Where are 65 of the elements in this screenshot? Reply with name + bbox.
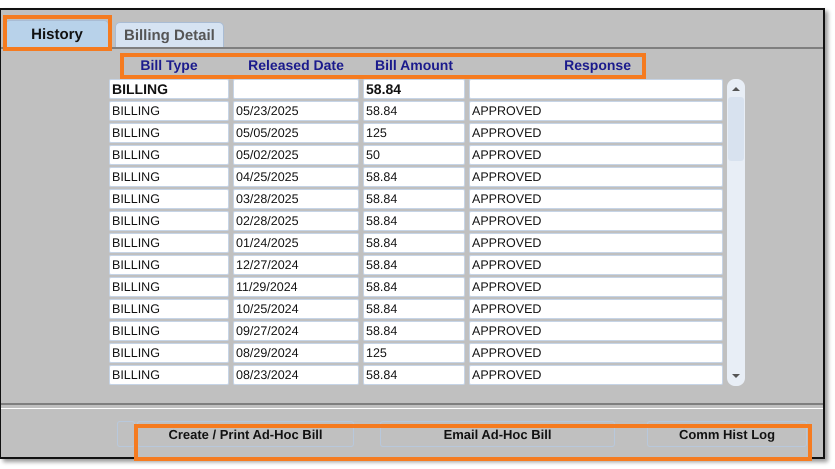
table-cell: 58.84 — [363, 233, 465, 253]
column-header: Released Date — [247, 57, 345, 75]
column-header: Bill Type — [139, 57, 199, 75]
table-cell: 58.84 — [363, 79, 465, 99]
tab[interactable]: History — [5, 20, 109, 47]
table-cell: BILLING — [109, 145, 229, 165]
table-cell: 58.84 — [363, 189, 465, 209]
table-cell: BILLING — [109, 123, 229, 143]
table-cell: BILLING — [109, 343, 229, 363]
table-cell: APPROVED — [469, 233, 723, 253]
table-cell: 05/02/2025 — [233, 145, 359, 165]
table-cell: BILLING — [109, 189, 229, 209]
table-cell: 05/05/2025 — [233, 123, 359, 143]
table-cell: APPROVED — [469, 255, 723, 275]
table-cell: 58.84 — [363, 255, 465, 275]
table-cell: APPROVED — [469, 145, 723, 165]
table-cell: 05/23/2025 — [233, 101, 359, 121]
scroll-thumb[interactable] — [728, 97, 744, 161]
scroll-down-icon[interactable] — [731, 372, 741, 380]
table-cell: 10/25/2024 — [233, 299, 359, 319]
table-cell: 02/28/2025 — [233, 211, 359, 231]
table-cell: 11/29/2024 — [233, 277, 359, 297]
table-cell: BILLING — [109, 233, 229, 253]
table-cell: BILLING — [109, 211, 229, 231]
table-cell: BILLING — [109, 167, 229, 187]
table-cell: BILLING — [109, 255, 229, 275]
table-cell: APPROVED — [469, 167, 723, 187]
table-cell: 58.84 — [363, 365, 465, 385]
table-cell: BILLING — [109, 101, 229, 121]
table-cell: APPROVED — [469, 123, 723, 143]
table-cell: 58.84 — [363, 167, 465, 187]
table-cell: APPROVED — [469, 365, 723, 385]
table-cell: 58.84 — [363, 101, 465, 121]
table-cell: BILLING — [109, 79, 229, 99]
table-cell: APPROVED — [469, 101, 723, 121]
blank-button[interactable] — [117, 421, 135, 447]
table-cell: BILLING — [109, 299, 229, 319]
table-cell: 04/25/2025 — [233, 167, 359, 187]
scrollbar[interactable] — [727, 79, 745, 386]
table-cell: 58.84 — [363, 211, 465, 231]
table-cell: BILLING — [109, 277, 229, 297]
table-cell: APPROVED — [469, 277, 723, 297]
table-cell: 58.84 — [363, 299, 465, 319]
table-cell: 58.84 — [363, 321, 465, 341]
column-header: Bill Amount — [374, 57, 454, 75]
table-cell: BILLING — [109, 321, 229, 341]
table-cell: 08/23/2024 — [233, 365, 359, 385]
table-cell: 01/24/2025 — [233, 233, 359, 253]
column-header: Response — [563, 57, 632, 75]
table-cell: 125 — [363, 343, 465, 363]
table-cell: 03/28/2025 — [233, 189, 359, 209]
table-cell: 09/27/2024 — [233, 321, 359, 341]
table-cell: BILLING — [109, 365, 229, 385]
tab[interactable]: Billing Detail — [115, 22, 224, 47]
table-cell: APPROVED — [469, 299, 723, 319]
table-cell: 125 — [363, 123, 465, 143]
scroll-up-icon[interactable] — [731, 85, 741, 93]
table-cell: APPROVED — [469, 189, 723, 209]
table-cell: 08/29/2024 — [233, 343, 359, 363]
table-cell: 50 — [363, 145, 465, 165]
table-cell: 58.84 — [363, 277, 465, 297]
table-cell: APPROVED — [469, 211, 723, 231]
table-cell: APPROVED — [469, 321, 723, 341]
table-cell: 12/27/2024 — [233, 255, 359, 275]
table-cell: APPROVED — [469, 343, 723, 363]
